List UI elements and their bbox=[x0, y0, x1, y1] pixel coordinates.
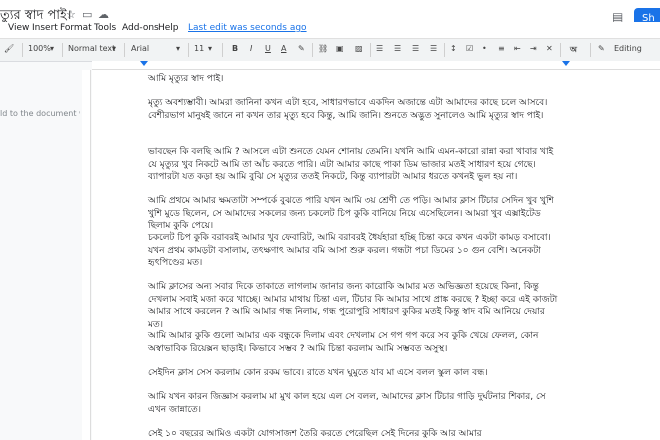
title-bar: ত্যুর স্বাদ পাই। ☆ ▭ ☁ ▤ bbox=[0, 0, 660, 24]
toolbar-divider bbox=[62, 43, 63, 57]
font-select[interactable]: Arial bbox=[131, 44, 149, 53]
edit-pencil-icon: ✎ bbox=[598, 44, 605, 53]
line-spacing-icon[interactable]: ↕ bbox=[450, 44, 457, 53]
toolbar-divider bbox=[560, 43, 561, 57]
document-paragraph[interactable]: আমি ক্লাসের অন্য সবার দিকে তাকাতে লাগলাম… bbox=[148, 281, 558, 331]
text-color-icon[interactable]: A bbox=[281, 44, 286, 53]
image-icon[interactable]: ▨ bbox=[355, 44, 363, 53]
chevron-down-icon: ▾ bbox=[208, 44, 213, 53]
chevron-down-icon: ▾ bbox=[176, 44, 181, 53]
document-paragraph[interactable]: চকলেট চিপ কুকি বরাবরই আমার খুব ফেবারিট, … bbox=[148, 232, 558, 270]
menu-bar: View Insert Format Tools Add-ons Help La… bbox=[0, 22, 660, 38]
decrease-indent-icon[interactable]: ⇤ bbox=[514, 44, 521, 53]
document-paragraph[interactable]: সেইদিন ক্লাস সেস করলাম কোন রকম ভাবে। রাত… bbox=[148, 367, 558, 380]
underline-icon[interactable]: U bbox=[265, 44, 271, 53]
chevron-down-icon: ▾ bbox=[112, 44, 117, 53]
align-right-icon[interactable]: ☰ bbox=[412, 44, 419, 53]
menu-insert[interactable]: Insert bbox=[32, 23, 58, 33]
toolbar-divider bbox=[222, 43, 223, 57]
star-icon[interactable]: ☆ bbox=[66, 8, 76, 21]
font-size-select[interactable]: 11 bbox=[194, 44, 204, 53]
toolbar-divider bbox=[370, 43, 371, 57]
document-paragraph[interactable]: সেই ১০ বছরের আমিও একটা যোগসাজশ তৈরি করতে… bbox=[148, 428, 558, 440]
move-folder-icon[interactable]: ▭ bbox=[82, 8, 92, 21]
paragraph-style-select[interactable]: Normal text bbox=[68, 44, 115, 53]
align-justify-icon[interactable]: ☰ bbox=[430, 44, 437, 53]
checklist-icon[interactable]: ☑ bbox=[466, 44, 473, 53]
zoom-select[interactable]: 100% bbox=[28, 44, 51, 53]
highlight-icon[interactable]: ✎ bbox=[298, 44, 305, 53]
input-tools-icon[interactable]: অ bbox=[570, 44, 577, 57]
last-edit-link[interactable]: Last edit was seconds ago bbox=[188, 23, 307, 33]
paint-format-icon[interactable]: 🖌 bbox=[4, 44, 14, 53]
horizontal-ruler[interactable] bbox=[92, 61, 660, 70]
numbered-list-icon[interactable]: ≡ bbox=[498, 44, 505, 53]
menu-help[interactable]: Help bbox=[158, 23, 179, 33]
document-page[interactable]: আমি মৃত্যুর স্বাদ পাই। মৃত্যু অবশ্যম্ভাবী… bbox=[92, 70, 660, 440]
toolbar-divider bbox=[444, 43, 445, 57]
editing-mode-select[interactable]: Editing bbox=[614, 44, 642, 53]
menu-tools[interactable]: Tools bbox=[94, 23, 116, 33]
toolbar-divider bbox=[188, 43, 189, 57]
toolbar: 🖌 100% ▾ Normal text ▾ Arial ▾ 11 ▾ B I … bbox=[0, 38, 660, 62]
document-paragraph[interactable]: আমি প্রথমে আমার ক্ষমতাটা সম্পর্কে বুঝতে … bbox=[148, 195, 558, 233]
bold-icon[interactable]: B bbox=[232, 44, 238, 53]
menu-view[interactable]: View bbox=[8, 23, 29, 33]
document-paragraph[interactable]: মৃত্যু অবশ্যম্ভাবী। আমরা জানিনা কখন এটা … bbox=[148, 97, 558, 122]
document-paragraph[interactable]: আমি যখন কারন জিজ্ঞাস করলাম মা মুখ কাল হয… bbox=[148, 391, 558, 416]
chevron-down-icon: ▾ bbox=[50, 44, 55, 53]
document-paragraph[interactable]: ভাবছেন কি বলছি আমি ? আসলে এটা শুনতে যেমন… bbox=[148, 146, 558, 184]
comment-icon[interactable]: ▣ bbox=[336, 44, 344, 53]
align-left-icon[interactable]: ☰ bbox=[376, 44, 383, 53]
cloud-status-icon[interactable]: ☁ bbox=[98, 8, 109, 21]
vertical-ruler[interactable] bbox=[82, 70, 91, 440]
menu-format[interactable]: Format bbox=[60, 23, 92, 33]
align-center-icon[interactable]: ☰ bbox=[394, 44, 401, 53]
toolbar-divider bbox=[22, 43, 23, 57]
italic-icon[interactable]: I bbox=[250, 44, 252, 53]
toolbar-divider bbox=[124, 43, 125, 57]
link-icon[interactable]: ⛓ bbox=[318, 44, 328, 53]
menu-add-ons[interactable]: Add-ons bbox=[122, 23, 159, 33]
clear-formatting-icon[interactable]: ✕ bbox=[546, 44, 553, 53]
document-paragraph[interactable]: আমি মৃত্যুর স্বাদ পাই। bbox=[148, 73, 558, 86]
toolbar-divider bbox=[590, 43, 591, 57]
increase-indent-icon[interactable]: ⇥ bbox=[530, 44, 537, 53]
bulleted-list-icon[interactable]: • bbox=[482, 44, 487, 53]
outline-hint-text: ld to the document will bbox=[0, 109, 80, 118]
document-paragraph[interactable]: আমি আমার কুকি গুলো আমার এক বন্ধুকে দিলাম… bbox=[148, 330, 558, 355]
right-indent-marker[interactable] bbox=[562, 61, 570, 66]
left-indent-marker[interactable] bbox=[140, 61, 148, 66]
toolbar-divider bbox=[312, 43, 313, 57]
